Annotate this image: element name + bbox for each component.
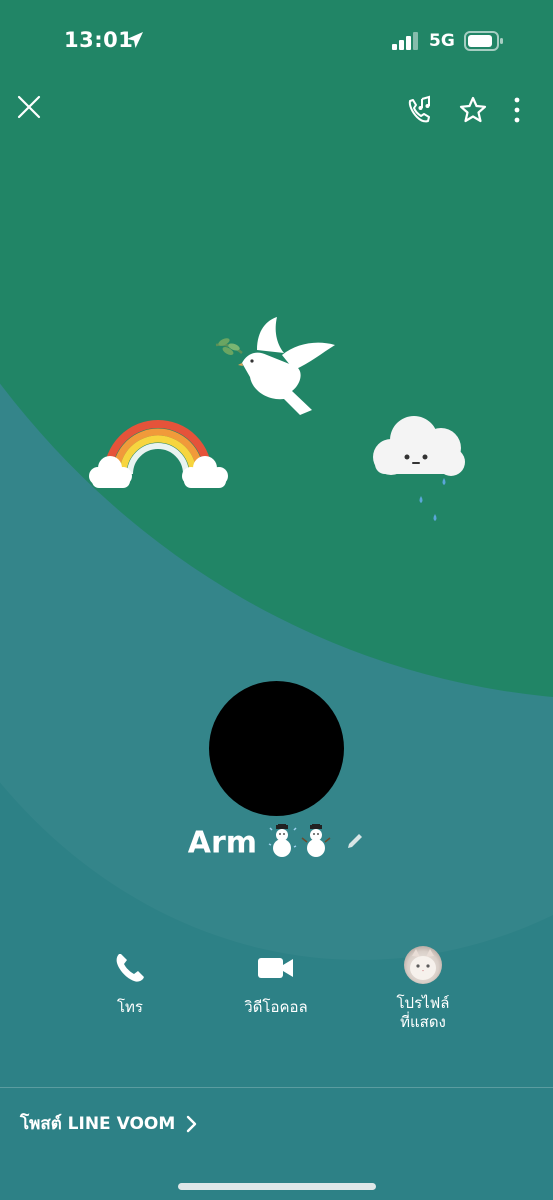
call-action[interactable]: โทร [65, 950, 195, 1017]
profile-name-row: Arm [0, 821, 553, 862]
dove-decoration [215, 317, 335, 415]
display-profile-action[interactable]: โปรไฟล์ ที่แสดง [358, 946, 488, 1032]
rain-cloud-decoration [373, 416, 465, 521]
pencil-icon[interactable] [345, 831, 365, 855]
star-icon[interactable] [458, 95, 488, 125]
location-arrow-icon [127, 32, 143, 48]
call-music-icon[interactable] [404, 95, 434, 125]
display-profile-label: โปรไฟล์ ที่แสดง [358, 994, 488, 1032]
chevron-right-icon [187, 1115, 197, 1132]
rainbow-decoration [89, 420, 228, 488]
battery-icon [464, 31, 503, 51]
line-voom-label: โพสต์ LINE VOOM [20, 1114, 176, 1134]
call-label: โทร [116, 998, 143, 1016]
display-profile-label-line1: โปรไฟล์ [396, 994, 450, 1012]
network-type: 5G [429, 31, 455, 51]
close-icon[interactable] [14, 92, 44, 122]
cat-avatar-icon [404, 946, 442, 984]
snowman-emoji-icon [266, 821, 334, 862]
more-vertical-icon[interactable] [507, 95, 527, 125]
display-profile-label-line2: ที่แสดง [400, 1013, 446, 1031]
profile-avatar[interactable] [209, 681, 344, 816]
status-bar: 13:01 5G [0, 0, 553, 82]
home-indicator[interactable] [178, 1183, 376, 1190]
video-call-label: วิดีโอคอล [244, 998, 308, 1016]
divider [0, 1087, 553, 1088]
line-voom-posts-link[interactable]: โพสต์ LINE VOOM [20, 1110, 197, 1137]
signal-bars-icon [392, 32, 418, 50]
profile-name: Arm [187, 825, 258, 861]
phone-icon [116, 954, 144, 982]
video-camera-icon [258, 958, 293, 978]
video-call-action[interactable]: วิดีโอคอล [211, 950, 341, 1017]
status-time: 13:01 [64, 28, 134, 52]
